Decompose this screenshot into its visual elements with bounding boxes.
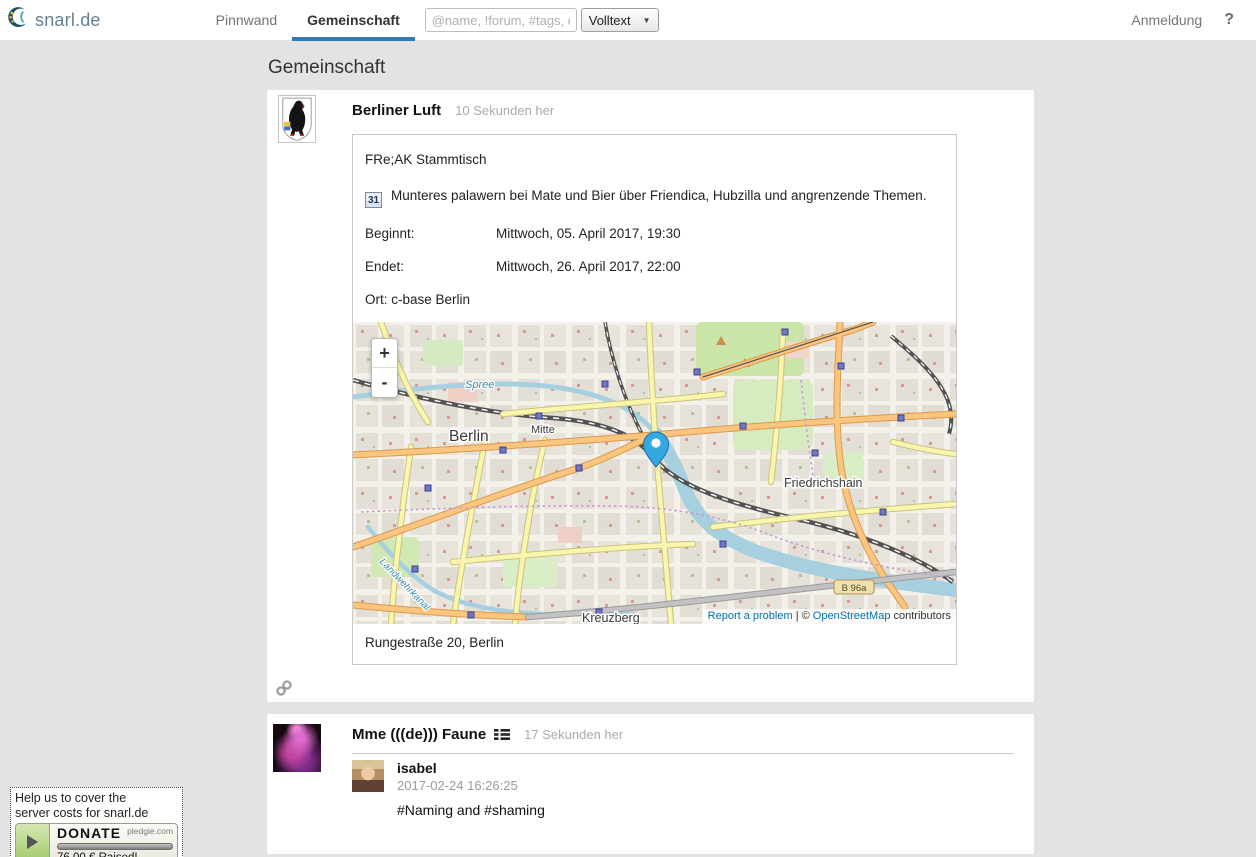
map-label-friedrichshain: Friedrichshain <box>784 476 863 490</box>
openstreetmap-link[interactable]: OpenStreetMap <box>813 610 891 622</box>
search-input[interactable] <box>425 8 577 32</box>
tab-pinnwand[interactable]: Pinnwand <box>201 0 293 41</box>
login-link[interactable]: Anmeldung <box>1131 12 1202 28</box>
post-header: Mme (((de))) Faune 17 Sekunden her <box>352 714 1034 743</box>
event-begins-row: Beginnt: Mittwoch, 05. April 2017, 19:30 <box>365 226 944 241</box>
avatar-berliner-luft[interactable] <box>278 95 316 143</box>
map-label-spree: Spree <box>465 379 494 391</box>
dropdown-arrow-icon: ▼ <box>643 16 651 25</box>
map-road-badge: B 96a <box>834 580 874 594</box>
event-title: FRe;AK Stammtisch <box>365 152 944 167</box>
post-mme-faune: Mme (((de))) Faune 17 Sekunden her isabe… <box>267 714 1034 854</box>
play-triangle-icon <box>27 835 38 849</box>
shared-post-meta: isabel 2017-02-24 16:26:25 <box>397 760 518 793</box>
donate-button-label: DONATE <box>57 826 121 841</box>
svg-text:B 96a: B 96a <box>842 583 868 594</box>
brand-home-link[interactable]: snarl.de <box>6 6 101 34</box>
event-location-row: Ort: c-base Berlin <box>365 292 944 307</box>
post-berliner-luft: Berliner Luft 10 Sekunden her FRe;AK Sta… <box>267 90 1034 702</box>
snarl-logo-icon <box>6 6 29 34</box>
event-ends-row: Endet: Mittwoch, 26. April 2017, 22:00 <box>365 259 944 274</box>
map-label-mitte: Mitte <box>531 424 555 436</box>
event-address: Rungestraße 20, Berlin <box>353 624 956 664</box>
donation-text-line2: server costs for snarl.de <box>15 806 178 821</box>
community-stream: Gemeinschaft Berliner Luft 10 Sekunden h… <box>267 57 1034 854</box>
map-label-berlin: Berlin <box>449 428 489 445</box>
begins-label: Beginnt: <box>365 226 496 241</box>
shared-post-body: #Naming and #shaming <box>397 802 1034 818</box>
pledgie-badge-right: DONATE pledgie.com 76.00 € Raised! <box>50 824 177 857</box>
donation-progress-bar <box>57 843 173 850</box>
donation-box: Help us to cover the server costs for sn… <box>10 787 183 857</box>
openstreetmap-widget[interactable]: B 96a Spree Landwehrkanal Berlin Mitte F… <box>353 322 956 624</box>
avatar-mme-faune[interactable] <box>273 724 321 772</box>
page-title: Gemeinschaft <box>268 57 1034 79</box>
search-scope-value: Volltext <box>589 13 631 28</box>
map-canvas: B 96a Spree Landwehrkanal Berlin Mitte F… <box>353 322 956 624</box>
location-value: c-base Berlin <box>391 292 470 307</box>
main-nav: Pinnwand Gemeinschaft <box>201 0 415 41</box>
location-label: Ort: <box>365 292 388 307</box>
pledgie-donate-badge[interactable]: DONATE pledgie.com 76.00 € Raised! <box>15 823 178 857</box>
map-zoom-out-button[interactable]: - <box>372 368 397 397</box>
author-name[interactable]: Berliner Luft <box>352 102 441 119</box>
avatar-isabel[interactable] <box>352 760 384 792</box>
calendar-icon: 31 <box>365 192 382 208</box>
event-description: 31Munteres palawern bei Mate und Bier üb… <box>365 185 944 208</box>
shared-author-name[interactable]: isabel <box>397 760 518 776</box>
search-scope-select[interactable]: Volltext ▼ <box>581 8 659 32</box>
post-time: 10 Sekunden her <box>455 103 554 118</box>
map-zoom-in-button[interactable]: + <box>372 339 397 368</box>
shared-post-timestamp: 2017-02-24 16:26:25 <box>397 778 518 793</box>
map-zoom-controls: + - <box>371 338 398 398</box>
donate-play-button[interactable] <box>16 824 50 857</box>
begins-value: Mittwoch, 05. April 2017, 19:30 <box>496 226 681 241</box>
map-label-kreuzberg: Kreuzberg <box>582 611 640 624</box>
post-footer <box>275 679 1034 702</box>
report-problem-link[interactable]: Report a problem <box>708 610 793 622</box>
ends-label: Endet: <box>365 259 496 274</box>
event-card: FRe;AK Stammtisch 31Munteres palawern be… <box>352 134 957 665</box>
post-header: Berliner Luft 10 Sekunden her <box>352 90 1034 119</box>
berlin-coat-of-arms <box>279 96 315 142</box>
author-name[interactable]: Mme (((de))) Faune <box>352 726 486 743</box>
forum-list-icon <box>494 728 510 741</box>
help-icon[interactable]: ? <box>1224 11 1234 29</box>
donation-text-line1: Help us to cover the <box>15 791 178 806</box>
shared-post-divider <box>352 753 1014 754</box>
post-time: 17 Sekunden her <box>524 727 623 742</box>
brand-name: snarl.de <box>35 10 101 31</box>
tab-gemeinschaft[interactable]: Gemeinschaft <box>292 0 415 41</box>
donation-raised-amount: 76.00 € Raised! <box>57 852 173 857</box>
permalink-icon[interactable] <box>275 679 293 697</box>
top-navbar: snarl.de Pinnwand Gemeinschaft Volltext … <box>0 0 1256 41</box>
pledgie-site-label: pledgie.com <box>127 826 173 836</box>
map-attribution: Report a problem | © OpenStreetMap contr… <box>703 609 956 624</box>
shared-post-header: isabel 2017-02-24 16:26:25 <box>352 760 1034 793</box>
ends-value: Mittwoch, 26. April 2017, 22:00 <box>496 259 681 274</box>
navbar-right: Anmeldung ? <box>1131 11 1242 29</box>
